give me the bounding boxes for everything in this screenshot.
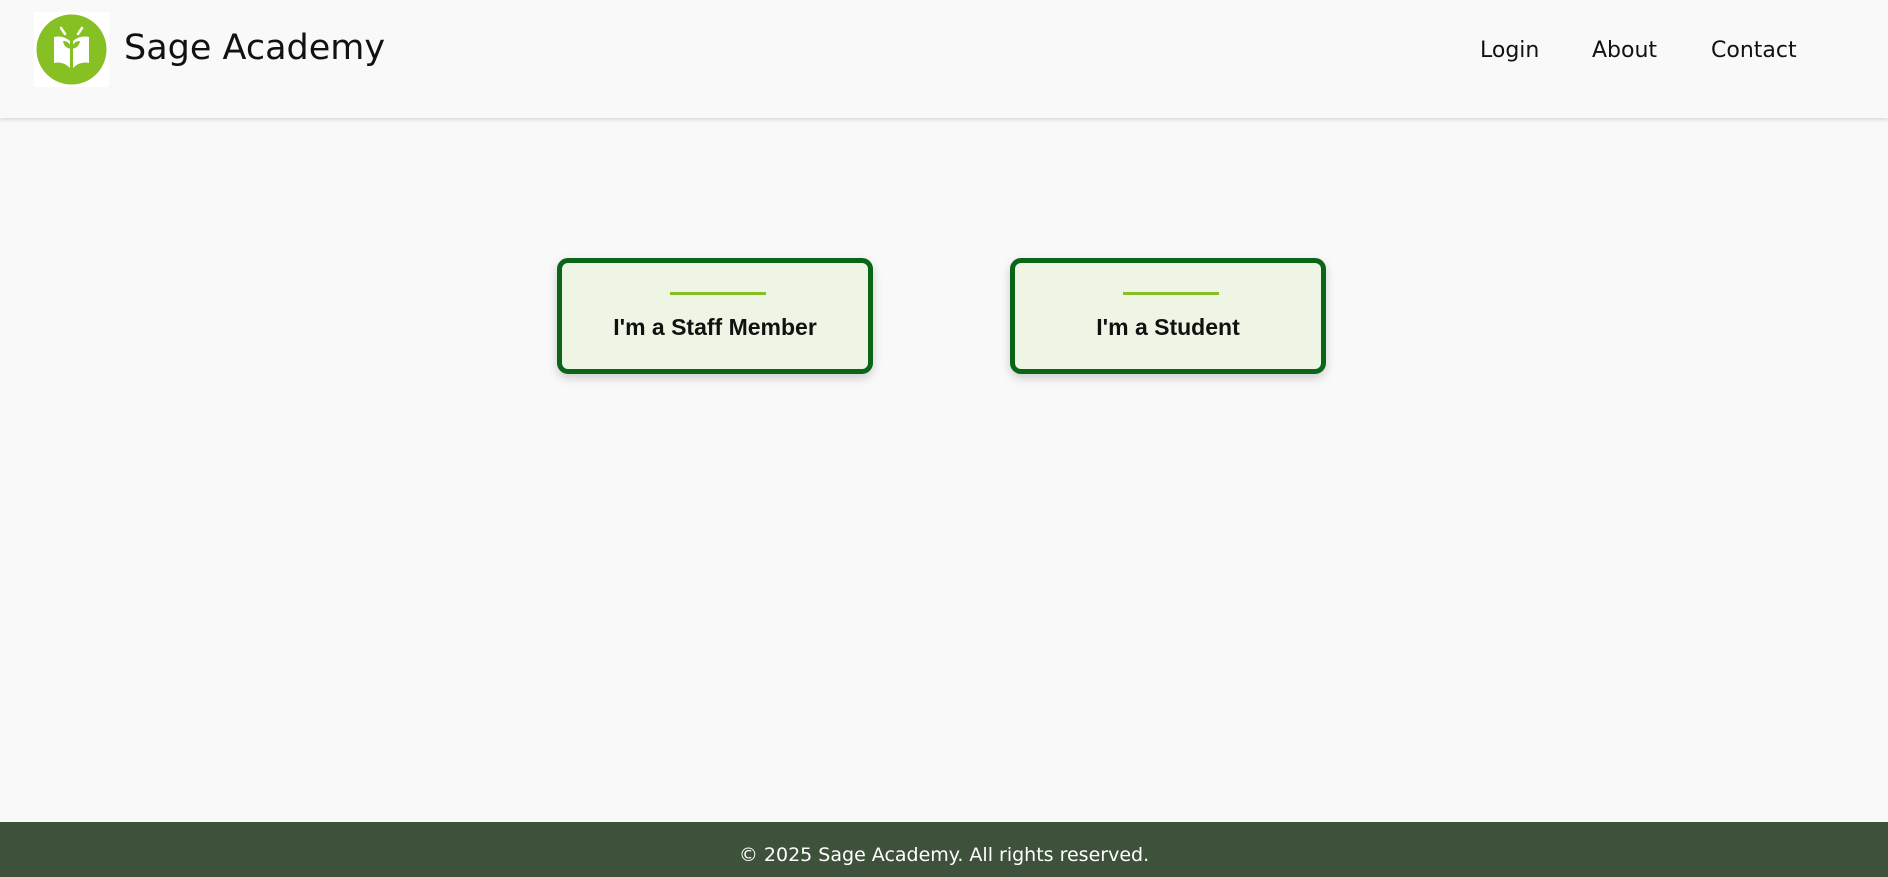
student-card[interactable]: I'm a Student	[1010, 258, 1326, 374]
site-footer: © 2025 Sage Academy. All rights reserved…	[0, 822, 1888, 877]
book-sprout-icon	[36, 14, 107, 85]
page: Sage Academy Login About Contact I'm a S…	[0, 0, 1888, 877]
staff-member-card[interactable]: I'm a Staff Member	[557, 258, 873, 374]
nav-login-link[interactable]: Login	[1480, 36, 1539, 66]
nav-about-link[interactable]: About	[1592, 36, 1657, 66]
brand-name[interactable]: Sage Academy	[124, 26, 385, 70]
card-accent-line	[1123, 292, 1219, 295]
card-accent-line	[670, 292, 766, 295]
student-label: I'm a Student	[1096, 314, 1240, 340]
logo[interactable]	[34, 12, 109, 87]
copyright-text: © 2025 Sage Academy. All rights reserved…	[738, 844, 1150, 866]
nav-contact-link[interactable]: Contact	[1711, 36, 1797, 66]
site-header: Sage Academy Login About Contact	[0, 0, 1888, 118]
staff-member-label: I'm a Staff Member	[613, 314, 817, 340]
